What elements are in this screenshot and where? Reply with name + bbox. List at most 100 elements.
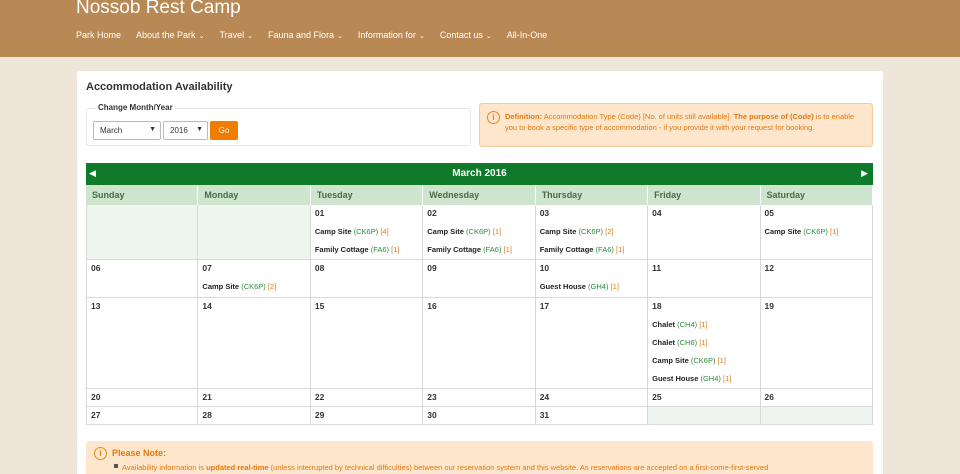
calendar-day-cell[interactable]: 28 <box>198 407 311 425</box>
accommodation-entry[interactable]: Chalet (CH6) [1] <box>652 338 755 347</box>
calendar-day-cell[interactable]: 14 <box>198 298 311 389</box>
calendar-day-cell[interactable]: 04 <box>648 205 761 260</box>
definition-box: i Definition: Accommodation Type (Code) … <box>479 103 873 147</box>
year-select[interactable]: 2016 ▼ <box>163 121 208 140</box>
calendar-day-cell[interactable]: 11 <box>648 260 761 298</box>
calendar-day-cell[interactable]: 26 <box>760 389 873 407</box>
next-month-icon[interactable]: ▶ <box>861 168 868 179</box>
accommodation-count: [1] <box>610 282 619 291</box>
dropdown-arrow-icon: ▼ <box>196 126 203 133</box>
calendar-day-cell[interactable]: 24 <box>535 389 649 407</box>
calendar-day-cell[interactable]: 22 <box>310 389 424 407</box>
accommodation-count: [1] <box>391 245 400 254</box>
calendar-day-cell[interactable]: 08 <box>310 260 424 298</box>
calendar-day-cell[interactable]: 16 <box>423 298 536 389</box>
accommodation-entry[interactable]: Guest House (GH4) [1] <box>540 282 643 291</box>
day-number: 11 <box>652 263 662 273</box>
calendar-day-cell[interactable]: 29 <box>310 407 424 425</box>
accommodation-code: (CK6P) <box>803 227 828 236</box>
calendar-day-cell[interactable]: 02 Camp Site (CK6P) [1] Family Cottage (FA… <box>423 205 536 260</box>
day-number: 20 <box>91 392 101 402</box>
calendar-day-cell[interactable]: 01 Camp Site (CK6P) [4] Family Cottage (FA… <box>310 205 424 260</box>
calendar-day-cell[interactable]: 12 <box>760 260 873 298</box>
day-number: 06 <box>91 263 101 273</box>
day-number: 13 <box>91 301 101 311</box>
accommodation-entry[interactable]: Camp Site (CK6P) [1] <box>765 227 868 236</box>
calendar-day-cell[interactable]: 06 <box>86 260 199 298</box>
accommodation-entry[interactable]: Camp Site (CK6P) [1] <box>652 356 755 365</box>
nav-item-park-home[interactable]: Park Home <box>76 30 121 40</box>
note-title: Please Note: <box>112 448 167 458</box>
go-button[interactable]: Go <box>210 121 238 140</box>
accommodation-name: Family Cottage <box>314 245 369 254</box>
calendar-day-cell[interactable]: 10 Guest House (GH4) [1] <box>535 260 649 298</box>
accommodation-name: Camp Site <box>314 227 352 236</box>
accommodation-count: [1] <box>699 338 708 347</box>
calendar-week-row: 13 14 15 16 17 18 Chalet (CH4) [1] Chalet (CH6)… <box>86 298 873 389</box>
calendar-day-cell[interactable]: 13 <box>86 298 199 389</box>
calendar-day-cell[interactable]: 03 Camp Site (CK6P) [2] Family Cottage (FA… <box>535 205 649 260</box>
accommodation-entry[interactable]: Family Cottage (FA6) [1] <box>315 245 418 254</box>
calendar-day-cell[interactable]: 31 <box>535 407 649 425</box>
accommodation-count: [1] <box>503 245 512 254</box>
availability-panel: Accommodation Availability Change Month/… <box>77 71 883 474</box>
accommodation-entry[interactable]: Camp Site (CK6P) [4] <box>315 227 418 236</box>
nav-item-fauna-and-flora[interactable]: Fauna and Flora ⌄ <box>268 30 343 40</box>
accommodation-count: [1] <box>717 356 726 365</box>
calendar-day-cell[interactable]: 17 <box>535 298 649 389</box>
definition-purpose-label: The purpose of (Code) <box>733 112 814 121</box>
availability-calendar: ◀ March 2016 ▶ Sunday Monday Tuesday Wednes… <box>86 163 873 425</box>
calendar-day-cell[interactable]: 27 <box>86 407 199 425</box>
day-number: 29 <box>314 410 325 420</box>
calendar-day-cell[interactable]: 30 <box>423 407 536 425</box>
chevron-down-icon: ⌄ <box>247 33 253 40</box>
calendar-day-cell[interactable]: 19 <box>760 298 873 389</box>
day-number: 31 <box>539 410 550 420</box>
note-text-end: (unless interrupted by technical difficu… <box>268 463 769 472</box>
accommodation-entry[interactable]: Camp Site (CK6P) [2] <box>540 227 643 236</box>
day-number: 08 <box>314 263 325 273</box>
calendar-day-cell[interactable]: 21 <box>198 389 311 407</box>
calendar-day-cell[interactable]: 07 Camp Site (CK6P) [2] <box>198 260 311 298</box>
note-highlight: updated real-time <box>206 463 269 472</box>
accommodation-code: (CK6P) <box>690 356 716 365</box>
accommodation-entry[interactable]: Camp Site (CK6P) [2] <box>202 282 305 291</box>
month-select[interactable]: March ▼ <box>93 121 161 140</box>
nav-item-travel[interactable]: Travel ⌄ <box>219 30 253 40</box>
nav-item-contact-us[interactable]: Contact us ⌄ <box>440 30 492 40</box>
note-text-start: Availability information is <box>122 463 207 472</box>
calendar-day-cell[interactable]: 05 Camp Site (CK6P) [1] <box>760 205 873 260</box>
nav-item-label: Information for <box>357 30 416 40</box>
day-number: 21 <box>202 392 212 402</box>
definition-text-part1: Accommodation Type (Code) [No. of units … <box>542 112 734 121</box>
calendar-day-cell[interactable]: 18 Chalet (CH4) [1] Chalet (CH6) [1] Camp S… <box>648 298 761 389</box>
nav-item-information-for[interactable]: Information for ⌄ <box>358 30 425 40</box>
accommodation-count: [2] <box>267 282 277 291</box>
accommodation-entry[interactable]: Family Cottage (FA6) [1] <box>427 245 530 254</box>
calendar-day-cell[interactable]: 09 <box>423 260 536 298</box>
calendar-day-cell[interactable]: 25 <box>648 389 761 407</box>
month-select-value: March <box>100 126 123 135</box>
day-number: 26 <box>764 392 774 402</box>
accommodation-code: (FA6) <box>595 245 614 254</box>
accommodation-entry[interactable]: Camp Site (CK6P) [1] <box>427 227 530 236</box>
calendar-week-row: 01 Camp Site (CK6P) [4] Family Cottage (FA… <box>86 205 873 260</box>
calendar-day-cell[interactable]: 23 <box>423 389 536 407</box>
calendar-day-cell[interactable]: 20 <box>86 389 199 407</box>
nav-item-label: Park Home <box>76 30 122 40</box>
nav-item-all-in-one[interactable]: All-In-One <box>507 30 548 40</box>
nav-item-about-the-park[interactable]: About the Park ⌄ <box>136 30 204 40</box>
accommodation-code: (FA6) <box>370 245 390 254</box>
site-title[interactable]: Nossob Rest Camp <box>76 0 241 19</box>
accommodation-name: Family Cottage <box>539 245 594 254</box>
accommodation-entry[interactable]: Chalet (CH4) [1] <box>652 320 755 329</box>
accommodation-code: (CK6P) <box>578 227 604 236</box>
calendar-weeks: 01 Camp Site (CK6P) [4] Family Cottage (FA… <box>86 205 873 425</box>
accommodation-count: [1] <box>830 227 839 236</box>
accommodation-entry[interactable]: Guest House (GH4) [1] <box>652 374 755 383</box>
day-number: 16 <box>427 301 437 311</box>
day-number: 05 <box>764 208 774 218</box>
accommodation-entry[interactable]: Family Cottage (FA6) [1] <box>540 245 643 254</box>
calendar-day-cell[interactable]: 15 <box>310 298 424 389</box>
weekday-header: Monday <box>198 185 311 205</box>
